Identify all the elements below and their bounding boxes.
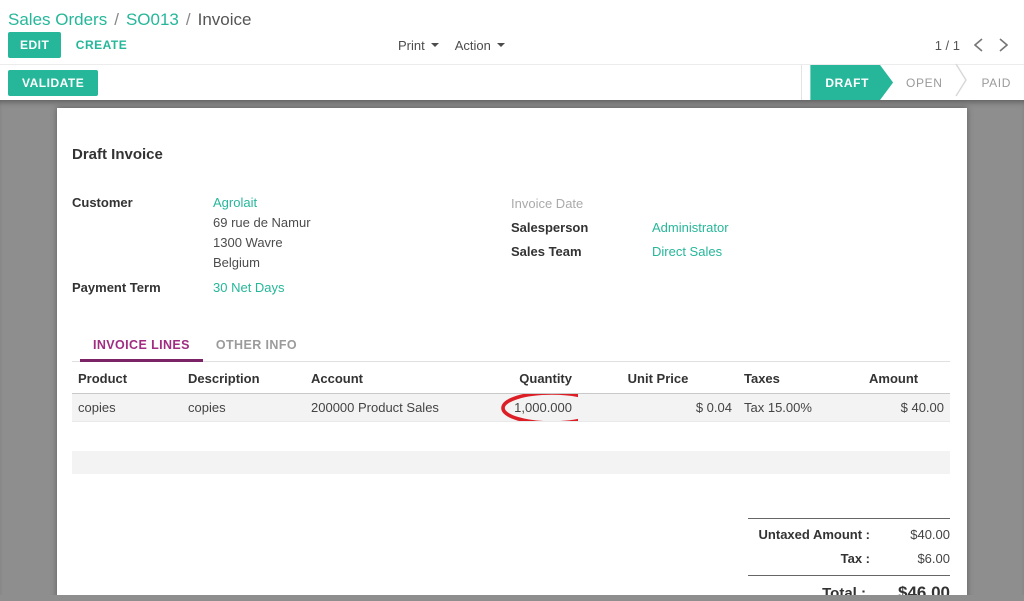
print-dropdown[interactable]: Print — [398, 38, 439, 53]
action-menus: Print Action — [398, 38, 505, 53]
status-divider — [801, 65, 802, 100]
customer-field: Customer Agrolait 69 rue de Namur 1300 W… — [72, 193, 511, 273]
sales-team-label: Sales Team — [511, 241, 652, 263]
salesperson-field: Salesperson Administrator — [511, 217, 950, 239]
customer-label: Customer — [72, 193, 213, 273]
column-header-product[interactable]: Product — [72, 362, 182, 394]
breadcrumb-current: Invoice — [198, 10, 252, 29]
total-label: Total : — [748, 585, 876, 596]
invoice-fields: Customer Agrolait 69 rue de Namur 1300 W… — [72, 193, 950, 300]
page-title: Draft Invoice — [72, 146, 950, 163]
cell-amount: $ 40.00 — [863, 394, 950, 422]
control-panel: EDIT CREATE Print Action 1 / 1 — [8, 34, 1016, 64]
notebook: INVOICE LINES OTHER INFO Product Descrip… — [72, 330, 950, 474]
sales-team-link[interactable]: Direct Sales — [652, 241, 722, 263]
cell-taxes: Tax 15.00% — [738, 394, 863, 422]
validate-button[interactable]: VALIDATE — [8, 70, 98, 96]
column-header-taxes[interactable]: Taxes — [738, 362, 863, 394]
tab-other-info[interactable]: OTHER INFO — [203, 330, 310, 361]
customer-value: Agrolait 69 rue de Namur 1300 Wavre Belg… — [213, 193, 311, 273]
status-separator-icon — [955, 63, 968, 102]
pager-count: 1 / 1 — [935, 38, 960, 53]
action-dropdown[interactable]: Action — [455, 38, 505, 53]
cell-unit-price: $ 0.04 — [578, 394, 738, 422]
tax-value: $6.00 — [880, 551, 950, 566]
chevron-left-icon[interactable] — [972, 36, 985, 54]
tab-invoice-lines[interactable]: INVOICE LINES — [80, 330, 203, 362]
chevron-right-icon[interactable] — [997, 36, 1010, 54]
column-header-account[interactable]: Account — [305, 362, 460, 394]
top-bar: Sales Orders/SO013/Invoice EDIT CREATE P… — [0, 0, 1024, 64]
payment-term-field: Payment Term 30 Net Days — [72, 278, 511, 298]
salesperson-label: Salesperson — [511, 217, 652, 239]
print-dropdown-label: Print — [398, 38, 425, 53]
cell-account: 200000 Product Sales — [305, 394, 460, 422]
breadcrumb-sales-orders[interactable]: Sales Orders — [8, 10, 107, 29]
column-header-description[interactable]: Description — [182, 362, 305, 394]
untaxed-amount-row: Untaxed Amount : $40.00 — [748, 527, 950, 542]
column-header-unit-price[interactable]: Unit Price — [578, 362, 738, 394]
edit-button[interactable]: EDIT — [8, 32, 61, 58]
breadcrumb-so013[interactable]: SO013 — [126, 10, 179, 29]
caret-down-icon — [431, 43, 439, 47]
total-row: Total : $46.00 — [748, 575, 950, 596]
tax-row: Tax : $6.00 — [748, 551, 950, 566]
left-field-group: Customer Agrolait 69 rue de Namur 1300 W… — [72, 193, 511, 300]
breadcrumb-separator: / — [107, 10, 126, 29]
invoice-date-label: Invoice Date — [511, 193, 652, 215]
customer-city: 1300 Wavre — [213, 233, 311, 253]
customer-street: 69 rue de Namur — [213, 213, 311, 233]
column-header-quantity[interactable]: Quantity — [460, 362, 578, 394]
cell-product: copies — [72, 394, 182, 422]
untaxed-amount-value: $40.00 — [880, 527, 950, 542]
customer-link[interactable]: Agrolait — [213, 195, 257, 210]
status-open[interactable]: OPEN — [893, 65, 955, 100]
table-row-empty — [72, 451, 950, 474]
cell-quantity: 1,000.000 — [460, 394, 578, 422]
payment-term-label: Payment Term — [72, 278, 213, 298]
caret-down-icon — [497, 43, 505, 47]
total-amount: $46.00 — [898, 583, 950, 596]
status-paid[interactable]: PAID — [968, 65, 1024, 100]
total-value: $46.00 — [876, 583, 950, 596]
form-buttons: EDIT CREATE — [8, 32, 137, 58]
table-row-spacer — [72, 422, 950, 451]
right-field-group: Invoice Date Salesperson Administrator S… — [511, 193, 950, 300]
invoice-date-field: Invoice Date — [511, 193, 950, 215]
action-dropdown-label: Action — [455, 38, 491, 53]
sales-team-field: Sales Team Direct Sales — [511, 241, 950, 263]
status-draft[interactable]: DRAFT — [810, 65, 893, 100]
customer-country: Belgium — [213, 253, 311, 273]
status-bar: VALIDATE DRAFT OPEN PAID — [0, 64, 1024, 100]
invoice-totals: Untaxed Amount : $40.00 Tax : $6.00 Tota… — [748, 518, 950, 596]
status-pipeline: DRAFT OPEN PAID — [801, 65, 1024, 100]
payment-term-link[interactable]: 30 Net Days — [213, 278, 285, 298]
pager: 1 / 1 — [935, 36, 1016, 54]
table-row[interactable]: copies copies 200000 Product Sales 1,000… — [72, 394, 950, 422]
invoice-sheet: Draft Invoice Customer Agrolait 69 rue d… — [57, 108, 967, 595]
tax-label: Tax : — [748, 551, 880, 566]
invoice-lines-table: Product Description Account Quantity Uni… — [72, 362, 950, 474]
breadcrumb-separator: / — [179, 10, 198, 29]
form-background: Draft Invoice Customer Agrolait 69 rue d… — [0, 100, 1024, 595]
quantity-value: 1,000.000 — [514, 400, 572, 415]
table-header-row: Product Description Account Quantity Uni… — [72, 362, 950, 394]
untaxed-amount-label: Untaxed Amount : — [748, 527, 880, 542]
cell-description: copies — [182, 394, 305, 422]
salesperson-link[interactable]: Administrator — [652, 217, 729, 239]
breadcrumb: Sales Orders/SO013/Invoice — [8, 6, 1016, 33]
create-button[interactable]: CREATE — [66, 32, 137, 58]
tab-strip: INVOICE LINES OTHER INFO — [72, 330, 950, 362]
column-header-amount[interactable]: Amount — [863, 362, 950, 394]
